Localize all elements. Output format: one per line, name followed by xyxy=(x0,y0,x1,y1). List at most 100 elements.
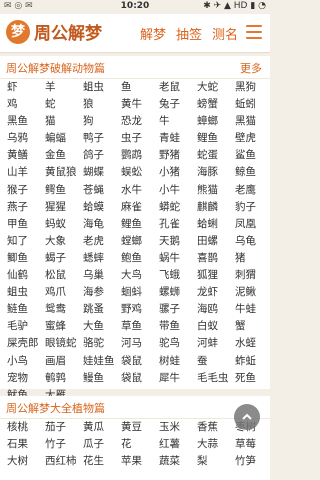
dream-keyword-link[interactable]: 苹果 xyxy=(116,453,154,470)
dream-keyword-link[interactable]: 蛤蜊 xyxy=(192,216,230,233)
dream-keyword-link[interactable]: 红薯 xyxy=(154,436,192,453)
dream-keyword-link[interactable]: 海豚 xyxy=(192,164,230,181)
dream-keyword-link[interactable]: 兔子 xyxy=(154,96,192,113)
dream-keyword-link[interactable]: 香蕉 xyxy=(192,419,230,436)
dream-keyword-link[interactable]: 豹子 xyxy=(230,199,268,216)
dream-keyword-link[interactable]: 石果 xyxy=(2,436,40,453)
dream-keyword-link[interactable]: 小猪 xyxy=(154,164,192,181)
dream-keyword-link[interactable]: 鸡爪 xyxy=(40,284,78,301)
dream-keyword-link[interactable]: 乌龟 xyxy=(230,233,268,250)
dream-keyword-link[interactable]: 黑狗 xyxy=(230,79,268,96)
dream-keyword-link[interactable]: 鸽子 xyxy=(78,147,116,164)
dream-keyword-link[interactable]: 鸭子 xyxy=(78,130,116,147)
dream-keyword-link[interactable]: 刺猬 xyxy=(230,267,268,284)
dream-keyword-link[interactable]: 田螺 xyxy=(192,233,230,250)
dream-keyword-link[interactable]: 松鼠 xyxy=(40,267,78,284)
dream-keyword-link[interactable]: 麒麟 xyxy=(192,199,230,216)
dream-keyword-link[interactable]: 黄瓜 xyxy=(78,419,116,436)
dream-keyword-link[interactable]: 蛆虫 xyxy=(78,79,116,96)
dream-keyword-link[interactable]: 核桃 xyxy=(2,419,40,436)
dream-keyword-link[interactable]: 虾 xyxy=(2,79,40,96)
dream-keyword-link[interactable]: 鸡 xyxy=(2,96,40,113)
dream-keyword-link[interactable]: 猫 xyxy=(40,113,78,130)
dream-keyword-link[interactable]: 乌巢 xyxy=(78,267,116,284)
dream-keyword-link[interactable]: 河马 xyxy=(116,335,154,352)
dream-keyword-link[interactable]: 骆驼 xyxy=(78,335,116,352)
dream-keyword-link[interactable]: 熊猫 xyxy=(192,182,230,199)
dream-keyword-link[interactable]: 鹦鹉 xyxy=(116,147,154,164)
dream-keyword-link[interactable]: 蝴蝶 xyxy=(78,164,116,181)
dream-keyword-link[interactable]: 带鱼 xyxy=(154,318,192,335)
dream-keyword-link[interactable]: 狐狸 xyxy=(192,267,230,284)
dream-keyword-link[interactable]: 白蚁 xyxy=(192,318,230,335)
dream-keyword-link[interactable]: 蚂蚁 xyxy=(40,216,78,233)
dream-keyword-link[interactable]: 海龟 xyxy=(78,216,116,233)
dream-keyword-link[interactable]: 蜈蚣 xyxy=(116,164,154,181)
dream-keyword-link[interactable]: 山羊 xyxy=(2,164,40,181)
nav-dream-interpretation[interactable]: 解梦 xyxy=(140,24,166,43)
dream-keyword-link[interactable]: 蔬菜 xyxy=(154,453,192,470)
scroll-top-button[interactable] xyxy=(234,404,260,430)
dream-keyword-link[interactable]: 狼 xyxy=(78,96,116,113)
dream-keyword-link[interactable]: 甲鱼 xyxy=(2,216,40,233)
nav-name-test[interactable]: 测名 xyxy=(212,24,238,43)
dream-keyword-link[interactable]: 苍蝇 xyxy=(78,182,116,199)
dream-keyword-link[interactable]: 大蒜 xyxy=(192,436,230,453)
dream-keyword-link[interactable]: 蛇 xyxy=(40,96,78,113)
dream-keyword-link[interactable]: 大鸟 xyxy=(116,267,154,284)
dream-keyword-link[interactable]: 螃蟹 xyxy=(192,96,230,113)
dream-keyword-link[interactable]: 黑猫 xyxy=(230,113,268,130)
nav-draw-lots[interactable]: 抽签 xyxy=(176,24,202,43)
dream-keyword-link[interactable]: 螳螂 xyxy=(116,233,154,250)
dream-keyword-link[interactable]: 袋鼠 xyxy=(116,353,154,370)
dream-keyword-link[interactable]: 玉米 xyxy=(154,419,192,436)
dream-keyword-link[interactable]: 野猪 xyxy=(154,147,192,164)
dream-keyword-link[interactable]: 草鱼 xyxy=(116,318,154,335)
dream-keyword-link[interactable]: 眼镜蛇 xyxy=(40,335,78,352)
dream-keyword-link[interactable]: 狗 xyxy=(78,113,116,130)
dream-keyword-link[interactable]: 梨 xyxy=(192,453,230,470)
dream-keyword-link[interactable]: 海鸥 xyxy=(192,301,230,318)
dream-keyword-link[interactable]: 蚕 xyxy=(192,353,230,370)
dream-keyword-link[interactable]: 蟋蟀 xyxy=(78,250,116,267)
dream-keyword-link[interactable]: 大象 xyxy=(40,233,78,250)
dream-keyword-link[interactable]: 屎壳郎 xyxy=(2,335,40,352)
dream-keyword-link[interactable]: 喜鹊 xyxy=(192,250,230,267)
dream-keyword-link[interactable]: 黄鳝 xyxy=(2,147,40,164)
dream-keyword-link[interactable]: 天鹅 xyxy=(154,233,192,250)
dream-keyword-link[interactable]: 凤凰 xyxy=(230,216,268,233)
dream-keyword-link[interactable]: 牛蛙 xyxy=(230,301,268,318)
dream-keyword-link[interactable]: 茄子 xyxy=(40,419,78,436)
dream-keyword-link[interactable]: 老虎 xyxy=(78,233,116,250)
dream-keyword-link[interactable]: 大鱼 xyxy=(78,318,116,335)
dream-keyword-link[interactable]: 孔雀 xyxy=(154,216,192,233)
dream-keyword-link[interactable]: 羊 xyxy=(40,79,78,96)
dream-keyword-link[interactable]: 蟑螂 xyxy=(192,113,230,130)
dream-keyword-link[interactable]: 宠物 xyxy=(2,370,40,387)
dream-keyword-link[interactable]: 虫子 xyxy=(116,130,154,147)
dream-keyword-link[interactable]: 蟹 xyxy=(230,318,268,335)
dream-keyword-link[interactable]: 老鼠 xyxy=(154,79,192,96)
dream-keyword-link[interactable]: 猴子 xyxy=(2,182,40,199)
dream-keyword-link[interactable]: 蜗牛 xyxy=(154,250,192,267)
dream-keyword-link[interactable]: 瓜子 xyxy=(78,436,116,453)
dream-keyword-link[interactable]: 袋鼠 xyxy=(116,370,154,387)
dream-keyword-link[interactable]: 金鱼 xyxy=(40,147,78,164)
dream-keyword-link[interactable]: 鳗鱼 xyxy=(78,370,116,387)
dream-keyword-link[interactable]: 大树 xyxy=(2,453,40,470)
dream-keyword-link[interactable]: 蛔蚪 xyxy=(116,284,154,301)
dream-keyword-link[interactable]: 毛驴 xyxy=(2,318,40,335)
dream-keyword-link[interactable]: 鲤鱼 xyxy=(192,130,230,147)
dream-keyword-link[interactable]: 恐龙 xyxy=(116,113,154,130)
dream-keyword-link[interactable]: 蟒蛇 xyxy=(154,199,192,216)
dream-keyword-link[interactable]: 树蛙 xyxy=(154,353,192,370)
dream-keyword-link[interactable]: 鱼 xyxy=(116,79,154,96)
dream-keyword-link[interactable]: 麻雀 xyxy=(116,199,154,216)
dream-keyword-link[interactable]: 蛆虫 xyxy=(2,284,40,301)
dream-keyword-link[interactable]: 燕子 xyxy=(2,199,40,216)
dream-keyword-link[interactable]: 黑鱼 xyxy=(2,113,40,130)
dream-keyword-link[interactable]: 黄鼠狼 xyxy=(40,164,78,181)
dream-keyword-link[interactable]: 画眉 xyxy=(40,353,78,370)
dream-keyword-link[interactable]: 青蛙 xyxy=(154,130,192,147)
dream-keyword-link[interactable]: 跳蚤 xyxy=(78,301,116,318)
